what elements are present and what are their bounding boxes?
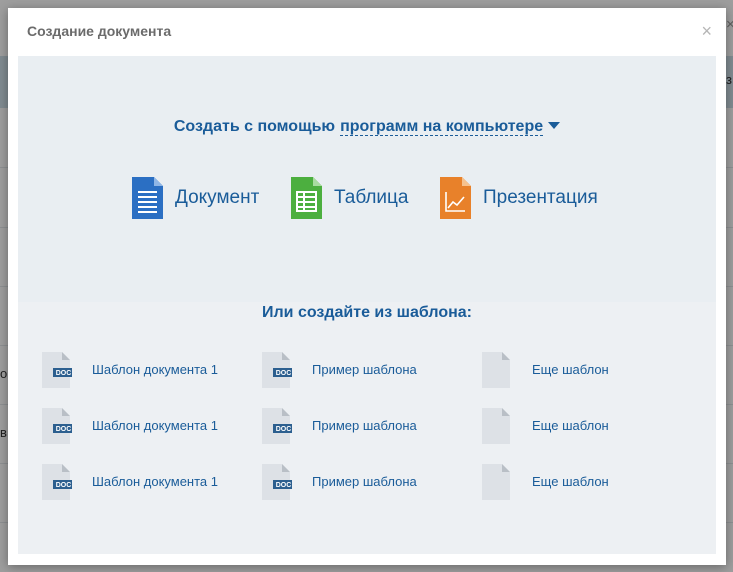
spreadsheet-icon (291, 177, 322, 219)
document-label: Документ (175, 187, 260, 208)
doc-file-icon: DOC (262, 464, 292, 500)
create-with-line: Создать с помощью программ на компьютере (18, 118, 716, 136)
blank-file-icon (482, 352, 510, 388)
blank-file-icon (482, 464, 510, 500)
doc-file-icon: DOC (42, 408, 72, 444)
doc-badge: DOC (276, 426, 292, 433)
desktop-programs-dropdown[interactable]: программ на компьютере (340, 118, 544, 136)
create-with-prefix: Создать с помощью (173, 118, 336, 135)
template-label: Пример шаблона (312, 474, 417, 489)
template-label: Шаблон документа 1 (92, 474, 218, 489)
template-item[interactable]: DOC Пример шаблона (262, 464, 462, 500)
presentation-icon (440, 177, 471, 219)
template-label: Шаблон документа 1 (92, 362, 218, 377)
template-label: Пример шаблона (312, 418, 417, 433)
doc-file-icon: DOC (262, 352, 292, 388)
create-document-button[interactable]: Документ (132, 176, 259, 220)
template-item[interactable]: Еще шаблон (482, 464, 682, 500)
blank-file-icon (482, 408, 510, 444)
template-label: Пример шаблона (312, 362, 417, 377)
doc-badge: DOC (56, 426, 72, 433)
template-item[interactable]: DOC Шаблон документа 1 (42, 408, 242, 444)
dialog-content: Создать с помощью программ на компьютере … (18, 56, 716, 554)
dialog-title: Создание документа (27, 23, 172, 39)
template-label: Еще шаблон (532, 362, 609, 377)
template-item[interactable]: DOC Пример шаблона (262, 352, 462, 388)
create-document-dialog: Создание документа × Создать с помощью пр… (8, 8, 726, 565)
presentation-label: Презентация (483, 187, 598, 208)
document-icon (132, 177, 163, 219)
doc-file-icon: DOC (42, 352, 72, 388)
templates-heading: Или создайте из шаблона: (262, 304, 472, 321)
spreadsheet-label: Таблица (334, 187, 409, 208)
doc-badge: DOC (276, 370, 292, 377)
desktop-app-list: Документ Таблица Презентация (18, 176, 716, 220)
close-icon[interactable]: × (701, 22, 712, 40)
doc-badge: DOC (276, 482, 292, 489)
create-spreadsheet-button[interactable]: Таблица (291, 176, 409, 220)
create-presentation-button[interactable]: Презентация (440, 176, 598, 220)
template-label: Еще шаблон (532, 474, 609, 489)
doc-file-icon: DOC (262, 408, 292, 444)
doc-badge: DOC (56, 482, 72, 489)
template-item[interactable]: Еще шаблон (482, 352, 682, 388)
template-item[interactable]: DOC Пример шаблона (262, 408, 462, 444)
template-item[interactable]: DOC Шаблон документа 1 (42, 464, 242, 500)
chevron-down-icon[interactable] (548, 122, 561, 129)
template-label: Шаблон документа 1 (92, 418, 218, 433)
template-label: Еще шаблон (532, 418, 609, 433)
doc-badge: DOC (56, 370, 72, 377)
template-item[interactable]: Еще шаблон (482, 408, 682, 444)
desktop-apps-section: Создать с помощью программ на компьютере … (18, 56, 716, 302)
template-item[interactable]: DOC Шаблон документа 1 (42, 352, 242, 388)
doc-file-icon: DOC (42, 464, 72, 500)
